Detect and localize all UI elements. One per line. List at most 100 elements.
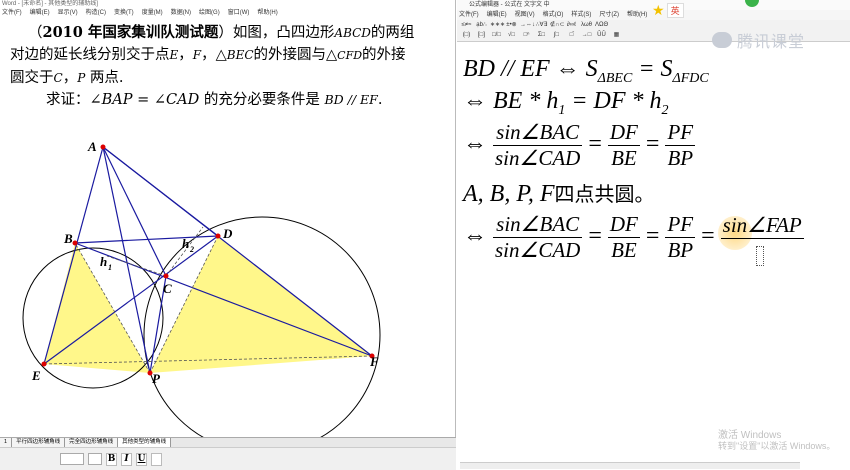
equation-line-4[interactable]: A, B, P, F四点共圆。 — [463, 178, 655, 208]
size-select[interactable] — [88, 453, 102, 465]
problem-text-6: 圆交于 — [10, 70, 54, 86]
equation-line-2[interactable]: ⇔ BE * h1 = DF * h2 — [463, 88, 669, 119]
template-arrow[interactable]: →□ — [580, 31, 593, 40]
label-d: D — [222, 226, 233, 241]
sheet-tab-1[interactable]: 1 — [0, 438, 13, 447]
point-a[interactable] — [100, 144, 106, 150]
point-b[interactable] — [72, 240, 78, 246]
star-icon: ★ — [652, 2, 665, 18]
problem-text-4: 的外接圆与△ — [253, 47, 338, 63]
eq3-frac-sin: sin∠BAC sin∠CAD — [493, 120, 583, 170]
horizontal-scrollbar[interactable] — [460, 462, 800, 469]
menu-view[interactable]: 显示(V) — [58, 8, 78, 18]
editor-menu-file[interactable]: 文件(F) — [459, 10, 479, 20]
ime-language[interactable]: 英 — [666, 3, 684, 18]
template-products[interactable]: ŪŪ — [595, 31, 608, 40]
denominator-slot[interactable] — [756, 246, 764, 266]
equation-line-3[interactable]: ⇔ sin∠BAC sin∠CAD = DF BE = PF BP — [463, 120, 696, 171]
equation-line-5[interactable]: ⇔ sin∠BAC sin∠CAD = DF BE = PF BP = sin∠FAP — [463, 212, 804, 263]
cloud-icon — [712, 32, 732, 48]
label-c: C — [163, 281, 172, 296]
palette-logic[interactable]: ∴∀∃ — [535, 21, 548, 30]
left-window-title: Word - [未命名] - 其他类型的辅助线] — [2, 1, 98, 7]
sheet-tab-parallelogram[interactable]: 平行四边形辅角线 — [12, 438, 66, 447]
palette-greek-lower[interactable]: λωθ — [580, 21, 593, 30]
palette-operators[interactable]: ±•⊗ — [505, 21, 518, 30]
left-menubar: 文件(F) 编辑(E) 显示(V) 构造(C) 变换(T) 度量(M) 数据(N… — [0, 8, 455, 18]
period: . — [377, 92, 383, 108]
menu-file[interactable]: 文件(F) — [2, 8, 22, 18]
point-c-text: C — [53, 71, 63, 85]
point-e[interactable] — [41, 361, 47, 367]
menu-transform[interactable]: 变换(T) — [114, 8, 134, 18]
editor-menu-view[interactable]: 视图(V) — [515, 10, 535, 20]
template-parens[interactable]: (□) — [460, 31, 473, 40]
eq5-frac-pf-bp: PF BP — [665, 212, 696, 262]
sheet-tab-complete-quadrilateral[interactable]: 完全四边形辅角线 — [65, 438, 119, 447]
eq3-arrow: ⇔ — [463, 131, 487, 158]
problem-source: 2010 年国家集训队测试题 — [42, 24, 219, 41]
watermark-sub: 转到"设置"以激活 Windows。 — [718, 441, 836, 451]
palette-misc[interactable]: ∂∞ℓ — [565, 21, 578, 30]
menu-edit[interactable]: 编辑(E) — [30, 8, 50, 18]
label-h1: h — [100, 254, 107, 269]
prove-label: 求证： — [46, 92, 90, 108]
underline-button[interactable]: U — [136, 452, 147, 466]
palette-embellish[interactable]: ∗∗∗ — [490, 21, 505, 30]
template-bar[interactable]: □̄ — [565, 31, 578, 40]
palette-arrows[interactable]: →⇔↓ — [520, 21, 535, 30]
bold-button[interactable]: B — [106, 452, 117, 466]
template-integral[interactable]: ∫□ — [550, 31, 563, 40]
problem-text-7: 两点. — [85, 70, 124, 86]
template-sum[interactable]: Σ□ — [535, 31, 548, 40]
color-button[interactable] — [151, 452, 162, 466]
eq1-sub-1: ΔBEC — [597, 71, 633, 86]
editor-menu-style[interactable]: 样式(S) — [571, 10, 591, 20]
point-c[interactable] — [163, 273, 169, 279]
template-fraction[interactable]: □/□ — [490, 31, 503, 40]
menu-measure[interactable]: 度量(M) — [142, 8, 163, 18]
menu-data[interactable]: 数据(N) — [171, 8, 191, 18]
prove-condition: BD // EF — [324, 92, 378, 107]
editor-menu-edit[interactable]: 编辑(E) — [487, 10, 507, 20]
label-a: A — [87, 139, 97, 154]
palette-greek-upper[interactable]: ΛΩΘ — [595, 21, 608, 30]
italic-button[interactable]: I — [121, 452, 132, 466]
problem-text-1: ）如图，凸四边形 — [218, 25, 335, 41]
label-f: F — [369, 354, 379, 369]
font-select[interactable] — [60, 453, 84, 465]
eq1-part-a: BD // EF ⇔ S — [463, 56, 598, 82]
point-d[interactable] — [215, 233, 221, 239]
triangle-fill-bep — [44, 243, 150, 373]
geometry-figure[interactable]: A B C D E F P h 1 h 2 — [0, 120, 456, 438]
menu-draw[interactable]: 绘图(G) — [199, 8, 220, 18]
sheet-tab-other[interactable]: 其他类型的辅角线 — [118, 438, 172, 447]
editor-menu-help[interactable]: 帮助(H) — [627, 10, 647, 20]
label-e: E — [31, 368, 41, 383]
equation-line-1[interactable]: BD // EF ⇔ SΔBEC = SΔFDC — [463, 56, 709, 87]
menu-window[interactable]: 窗口(W) — [228, 8, 250, 18]
label-h2: h — [182, 236, 189, 251]
line-ad — [102, 146, 219, 237]
point-e-text: E — [169, 48, 179, 62]
menu-construct[interactable]: 构造(C) — [86, 8, 106, 18]
template-brackets[interactable]: [□] — [475, 31, 488, 40]
ime-toolbar[interactable]: ★ 英 — [652, 2, 684, 19]
equals: = — [588, 223, 602, 250]
palette-sets[interactable]: ∉∩⊂ — [550, 21, 565, 30]
palette-relations[interactable]: ≤≠≈ — [460, 21, 473, 30]
tencent-classroom-logo: 腾讯课堂 — [712, 28, 805, 52]
eq3-frac-pf-bp: PF BP — [665, 120, 696, 170]
label-h2-sub: 2 — [189, 245, 194, 254]
triangle-cfd-text: CFD — [337, 49, 363, 62]
editor-menu-format[interactable]: 格式(O) — [543, 10, 564, 20]
editor-menu-size[interactable]: 尺寸(Z) — [599, 10, 619, 20]
menu-help[interactable]: 帮助(H) — [257, 8, 277, 18]
eq5-arrow: ⇔ — [463, 223, 487, 250]
template-script[interactable]: □ⁿ — [520, 31, 533, 40]
label-b: B — [63, 231, 73, 246]
template-radical[interactable]: √□ — [505, 31, 518, 40]
palette-spaces[interactable]: ạb∴ — [475, 21, 488, 30]
template-matrix[interactable]: ▦ — [610, 31, 623, 40]
problem-text-3: 对边的延长线分别交于点 — [10, 47, 170, 63]
